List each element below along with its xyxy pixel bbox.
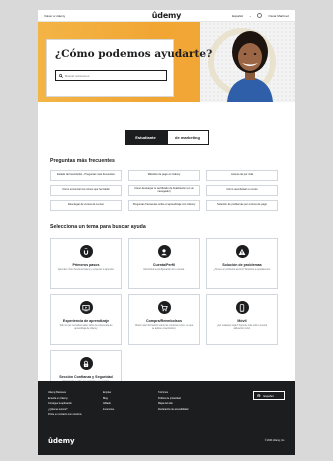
top-bar: Volver a Udemy ûdemy Español ⌄ Oscar Mar…: [38, 10, 295, 22]
player-icon: [79, 301, 93, 314]
topic-description: ¿Tienes un problema técnico? Nosotros te…: [213, 269, 271, 271]
topic-card-mobile[interactable]: Móvil ¿En cualquier lugar? Aprende más s…: [206, 294, 278, 345]
footer-link[interactable]: Ponte en contacto con nosotros: [48, 413, 103, 416]
topic-description: Aprender cómo funciona Udemy y empezar a…: [57, 269, 115, 271]
footer-language-button[interactable]: Español: [253, 391, 285, 400]
warning-icon: [235, 245, 249, 258]
footer-column: Términos Política de privacidad Mapa del…: [158, 391, 220, 416]
language-selector[interactable]: Español: [232, 14, 243, 18]
mobile-icon: [235, 301, 249, 314]
topics-title: Selecciona un tema para buscar ayuda: [50, 224, 146, 230]
footer-column: Empleo Blog Afiliado Inversores: [103, 391, 158, 416]
footer-link[interactable]: Declaración de accesibilidad: [158, 408, 220, 411]
topic-grid: Primeros pasos Aprender cómo funciona Ud…: [50, 238, 283, 401]
audience-tabs: Estudiante de marketing: [38, 130, 295, 145]
footer-link[interactable]: ¿Quiénes somos?: [48, 408, 103, 411]
topic-description: Obtén más información sobre las compras …: [134, 325, 194, 330]
tab-student[interactable]: Estudiante: [124, 130, 167, 145]
topic-card-account[interactable]: Cuenta/Perfil Administra la configuració…: [128, 238, 200, 289]
footer-link[interactable]: Blog: [103, 397, 158, 400]
topic-title: Primeros pasos: [72, 263, 100, 267]
topic-title: Experiencia de aprendizaje: [62, 319, 110, 323]
topic-title: Sección Confianza y Seguridad: [59, 375, 113, 379]
hero-person-illustration: [227, 31, 273, 102]
udemy-logo[interactable]: ûdemy: [152, 11, 182, 20]
faq-item[interactable]: Solución de problemas por errores de pag…: [206, 200, 278, 211]
help-center-page: Volver a Udemy ûdemy Español ⌄ Oscar Mar…: [38, 10, 295, 455]
account-icon: [157, 245, 171, 258]
cart-icon: [157, 301, 171, 314]
hero-banner: ¿Cómo podemos ayudarte?: [38, 22, 295, 102]
chevron-down-icon: ⌄: [248, 13, 252, 18]
search-icon: [59, 73, 63, 78]
hero-search-card: ¿Cómo podemos ayudarte?: [46, 39, 213, 97]
faq-item[interactable]: Acceso de por vida: [206, 170, 278, 181]
footer: Udemy Business Enseña en Udemy Consigue …: [38, 381, 295, 455]
user-name[interactable]: Oscar Martínez: [268, 14, 289, 18]
faq-item[interactable]: Descargar de cursos de Lumen: [50, 200, 122, 211]
topic-card-purchases[interactable]: Compra/Reembolsos Obtén más información …: [128, 294, 200, 345]
footer-link[interactable]: Afiliado: [103, 402, 158, 405]
footer-link[interactable]: Política de privacidad: [158, 397, 220, 400]
faq-item[interactable]: Estado del reembolso - Preguntas más fre…: [50, 170, 122, 181]
footer-link[interactable]: Udemy Business: [48, 391, 103, 394]
globe-icon: [257, 393, 261, 398]
search-field[interactable]: [55, 70, 167, 81]
avatar[interactable]: [257, 13, 263, 18]
search-input[interactable]: [65, 73, 163, 78]
faq-item[interactable]: Cómo descargar tu certificado de finaliz…: [128, 185, 200, 196]
tab-marketing[interactable]: de marketing: [166, 130, 209, 145]
faq-grid: Estado del reembolso - Preguntas más fre…: [50, 170, 283, 211]
footer-link[interactable]: Empleo: [103, 391, 158, 394]
topic-title: Compra/Reembolsos: [146, 319, 182, 323]
faq-title: Preguntas más frecuentes: [50, 158, 115, 164]
faq-item[interactable]: Cómo reembolsar un curso: [206, 185, 278, 196]
topic-title: Cuenta/Perfil: [152, 263, 176, 267]
topic-card-learning[interactable]: Experiencia de aprendizaje Todo lo que n…: [50, 294, 122, 345]
footer-language-label: Español: [263, 393, 274, 398]
faq-item[interactable]: Preguntas frecuentes sobre el aprendizaj…: [128, 200, 200, 211]
topic-description: ¿En cualquier lugar? Aprende más sobre n…: [216, 325, 268, 330]
lock-icon: [79, 357, 93, 370]
topic-card-troubleshooting[interactable]: Solución de problemas ¿Tienes un problem…: [206, 238, 278, 289]
faq-item[interactable]: Cómo encontrar los cursos que he batido: [50, 185, 122, 196]
footer-link[interactable]: Inversores: [103, 408, 158, 411]
topic-title: Solución de problemas: [222, 263, 262, 267]
copyright-text: © 2023 Udemy, Inc.: [264, 440, 285, 442]
footer-bottom: ûdemy © 2023 Udemy, Inc.: [48, 437, 285, 445]
page-title: ¿Cómo podemos ayudarte?: [55, 48, 213, 60]
topic-description: Administra la configuración de tu cuenta…: [143, 269, 185, 271]
footer-column: Udemy Business Enseña en Udemy Consigue …: [48, 391, 103, 416]
top-right-controls: Español ⌄ Oscar Martínez: [232, 13, 289, 18]
topic-description: Todo lo que necesitas saber sobre la exp…: [59, 325, 113, 330]
footer-link[interactable]: Mapa del sitio: [158, 402, 220, 405]
footer-udemy-logo[interactable]: ûdemy: [48, 437, 75, 445]
topic-title: Móvil: [237, 319, 247, 323]
footer-link[interactable]: Enseña en Udemy: [48, 397, 103, 400]
footer-link[interactable]: Términos: [158, 391, 220, 394]
udemy-logo-icon: [79, 245, 93, 258]
back-to-udemy-link[interactable]: Volver a Udemy: [44, 14, 65, 18]
footer-columns: Udemy Business Enseña en Udemy Consigue …: [48, 391, 285, 416]
faq-item[interactable]: Métodos de pago en Udemy: [128, 170, 200, 181]
topic-card-getting-started[interactable]: Primeros pasos Aprender cómo funciona Ud…: [50, 238, 122, 289]
footer-link[interactable]: Consigue la aplicación: [48, 402, 103, 405]
